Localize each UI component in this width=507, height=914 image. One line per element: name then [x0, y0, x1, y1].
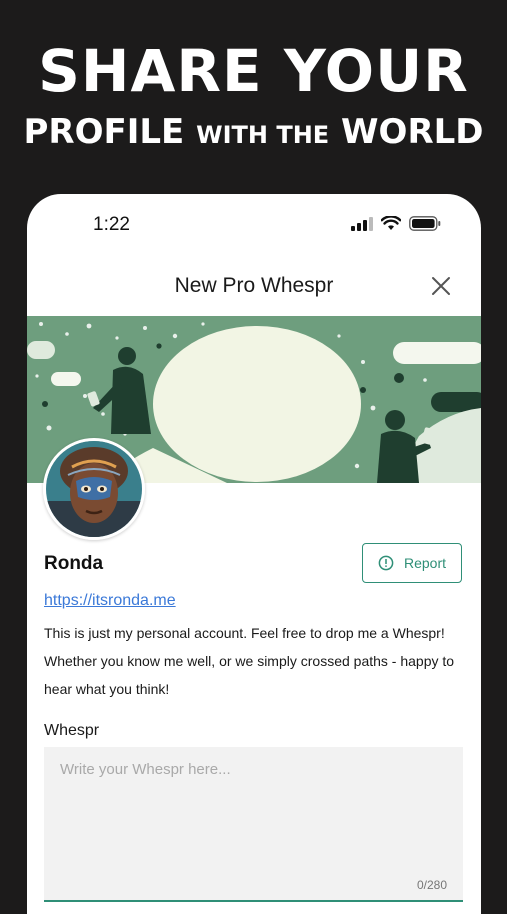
headline-line-2: PROFILE WITH THE WORLD: [0, 110, 507, 157]
headline-world: WORLD: [341, 112, 484, 152]
character-counter: 0/280: [416, 878, 447, 892]
report-button-label: Report: [403, 555, 447, 571]
phone-screen: 1:22 New Pro Whespr Ronda Report https:/…: [27, 194, 481, 914]
avatar: [43, 438, 145, 540]
whespr-field-label: Whespr: [44, 722, 100, 739]
status-icons: [351, 216, 441, 231]
report-button[interactable]: Report: [362, 543, 462, 583]
promo-headline: SHARE YOUR PROFILE WITH THE WORLD: [0, 36, 507, 157]
page-title: New Pro Whespr: [174, 274, 334, 297]
status-bar: 1:22: [27, 194, 481, 254]
headline-with-the: WITH THE: [196, 121, 330, 149]
header-bar: New Pro Whespr: [27, 262, 481, 312]
headline-profile: PROFILE: [23, 112, 185, 152]
avatar-portrait-icon: [46, 441, 142, 537]
wifi-icon: [381, 216, 401, 230]
battery-icon: [409, 216, 441, 231]
profile-bio: This is just my personal account. Feel f…: [44, 625, 455, 697]
status-time: 1:22: [93, 214, 130, 235]
whespr-input[interactable]: [44, 747, 463, 902]
close-icon[interactable]: [429, 274, 453, 298]
alert-circle-icon: [378, 555, 394, 571]
signal-icon: [351, 216, 373, 231]
profile-link[interactable]: https://itsronda.me: [44, 592, 176, 610]
profile-name: Ronda: [44, 553, 104, 574]
headline-line-1: SHARE YOUR: [38, 37, 469, 105]
